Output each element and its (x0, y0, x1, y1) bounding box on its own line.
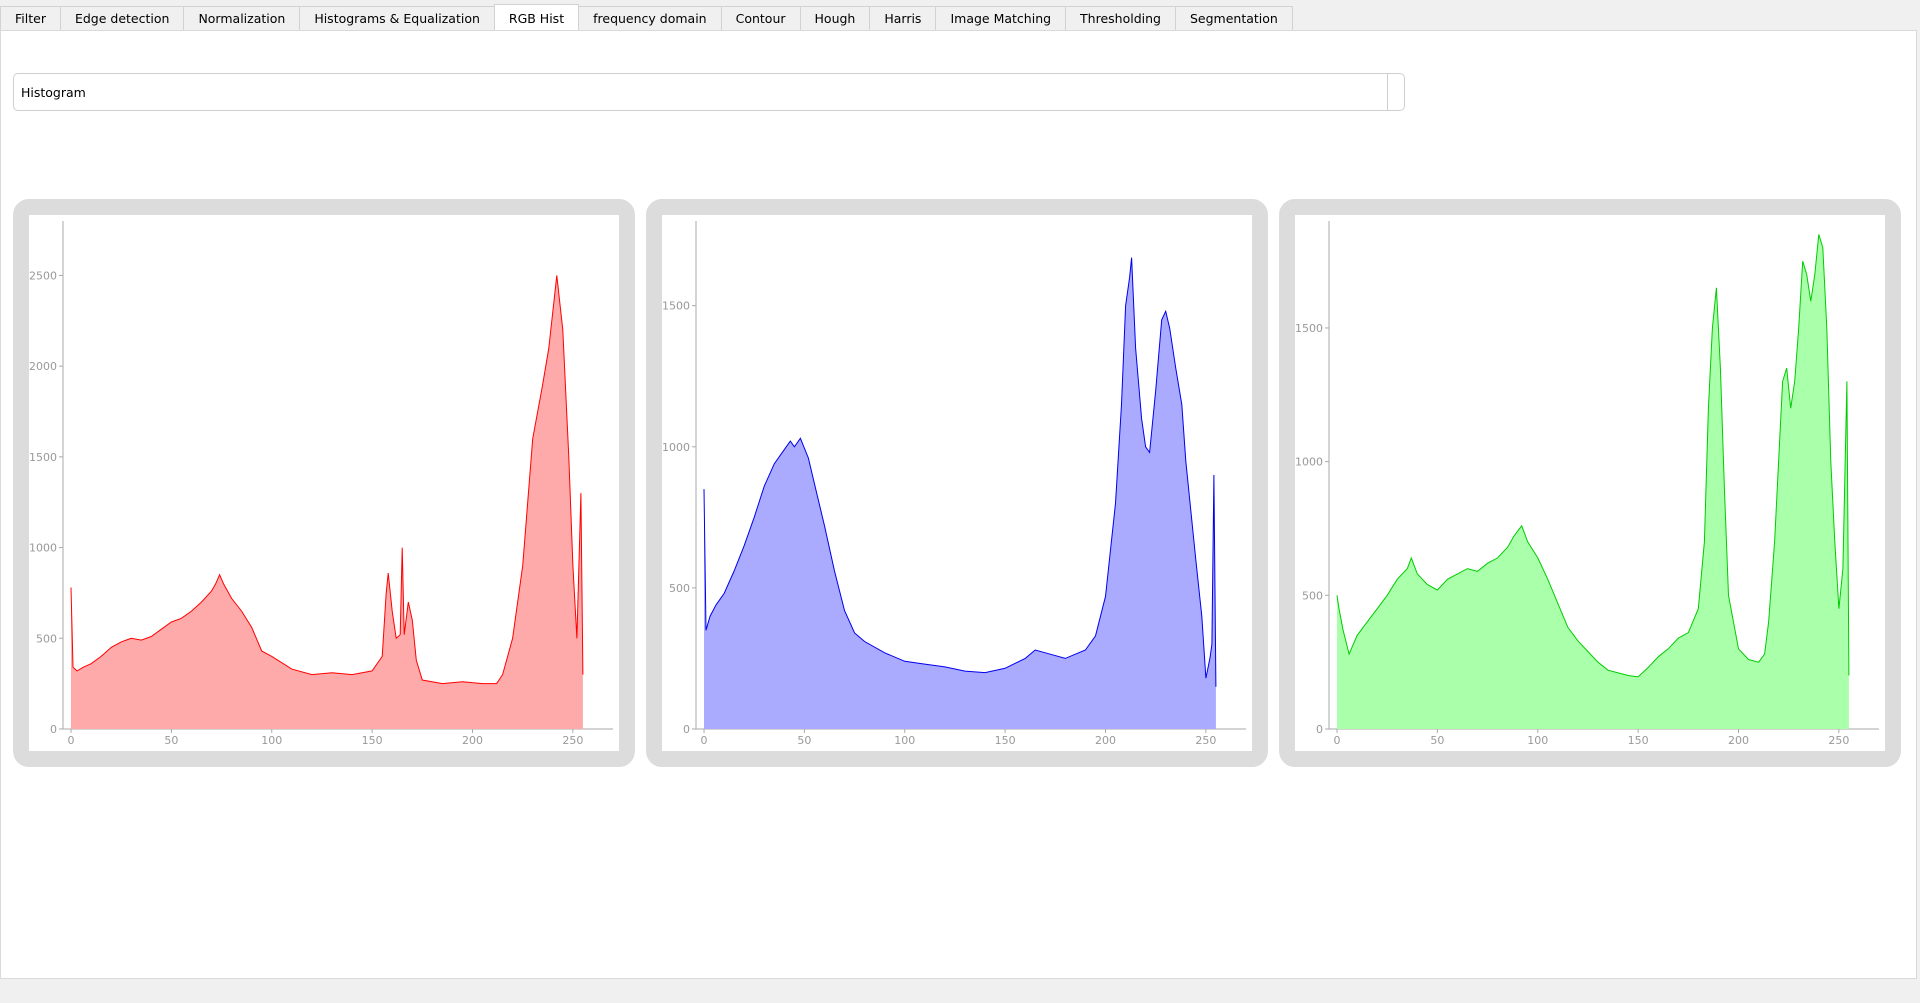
y-tick-label: 0 (1316, 723, 1323, 736)
histogram-mode-select[interactable]: Histogram (13, 73, 1405, 111)
y-tick-label: 0 (50, 723, 57, 736)
blue-histogram-area (704, 257, 1216, 729)
y-tick-label: 1500 (662, 300, 690, 313)
x-tick-label: 250 (1828, 734, 1849, 747)
tab-segmentation[interactable]: Segmentation (1174, 6, 1293, 30)
tab-harris[interactable]: Harris (869, 6, 937, 30)
y-tick-label: 2000 (29, 360, 57, 373)
tab-filter[interactable]: Filter (0, 6, 61, 30)
blue-histogram-chart: 0 50 100 150 200 250 0 500 1000 1500 (662, 221, 1246, 747)
red-histogram-chart: 0 50 100 150 200 25005001000150020002500 (29, 221, 613, 747)
y-tick-label: 2500 (29, 269, 57, 282)
y-tick-label: 1500 (29, 451, 57, 464)
tab-image-matching[interactable]: Image Matching (935, 6, 1067, 30)
green-histogram-chart: 0 50 100 150 200 250 0 500 1000 1500 (1295, 221, 1879, 747)
tab-frequency-domain[interactable]: frequency domain (578, 6, 722, 30)
green-histogram-area (1337, 234, 1849, 729)
y-tick-label: 500 (1302, 589, 1323, 602)
x-tick-label: 250 (1195, 734, 1216, 747)
y-tick-label: 500 (669, 582, 690, 595)
y-tick-label: 1000 (1295, 456, 1323, 469)
dropdown-button[interactable] (1387, 74, 1404, 110)
blue-histogram-frame: 0 50 100 150 200 250 0 500 1000 1500 (646, 199, 1268, 767)
x-tick-label: 0 (1334, 734, 1341, 747)
tab-rgb-hist[interactable]: RGB Hist (493, 4, 580, 30)
x-tick-label: 0 (68, 734, 75, 747)
tab-histograms-equalization[interactable]: Histograms & Equalization (299, 6, 495, 30)
x-tick-label: 0 (701, 734, 708, 747)
x-tick-label: 150 (995, 734, 1016, 747)
tab-thresholding[interactable]: Thresholding (1065, 6, 1176, 30)
x-tick-label: 150 (362, 734, 383, 747)
x-tick-label: 200 (1728, 734, 1749, 747)
tab-normalization[interactable]: Normalization (183, 6, 301, 30)
x-tick-label: 200 (1095, 734, 1116, 747)
tab-bar: Filter Edge detection Normalization Histogr… (0, 4, 1293, 30)
y-tick-label: 0 (683, 723, 690, 736)
x-tick-label: 250 (562, 734, 583, 747)
x-tick-label: 50 (1430, 734, 1444, 747)
x-tick-label: 150 (1628, 734, 1649, 747)
x-tick-label: 100 (261, 734, 282, 747)
tab-edge-detection[interactable]: Edge detection (59, 6, 185, 30)
y-tick-label: 1000 (662, 441, 690, 454)
histogram-mode-value: Histogram (21, 85, 86, 100)
x-tick-label: 200 (462, 734, 483, 747)
y-tick-label: 1000 (29, 542, 57, 555)
green-histogram-frame: 0 50 100 150 200 250 0 500 1000 1500 (1279, 199, 1901, 767)
y-tick-label: 1500 (1295, 322, 1323, 335)
x-tick-label: 50 (164, 734, 178, 747)
x-tick-label: 100 (894, 734, 915, 747)
red-histogram-frame: 0 50 100 150 200 250 0 500 1000 1500 2000 2500 (13, 199, 635, 767)
red-histogram-line (70, 275, 584, 685)
x-tick-label: 50 (797, 734, 811, 747)
tab-hough[interactable]: Hough (799, 6, 871, 30)
x-tick-label: 100 (1527, 734, 1548, 747)
y-tick-label: 500 (36, 632, 57, 645)
tab-contour[interactable]: Contour (720, 6, 801, 30)
